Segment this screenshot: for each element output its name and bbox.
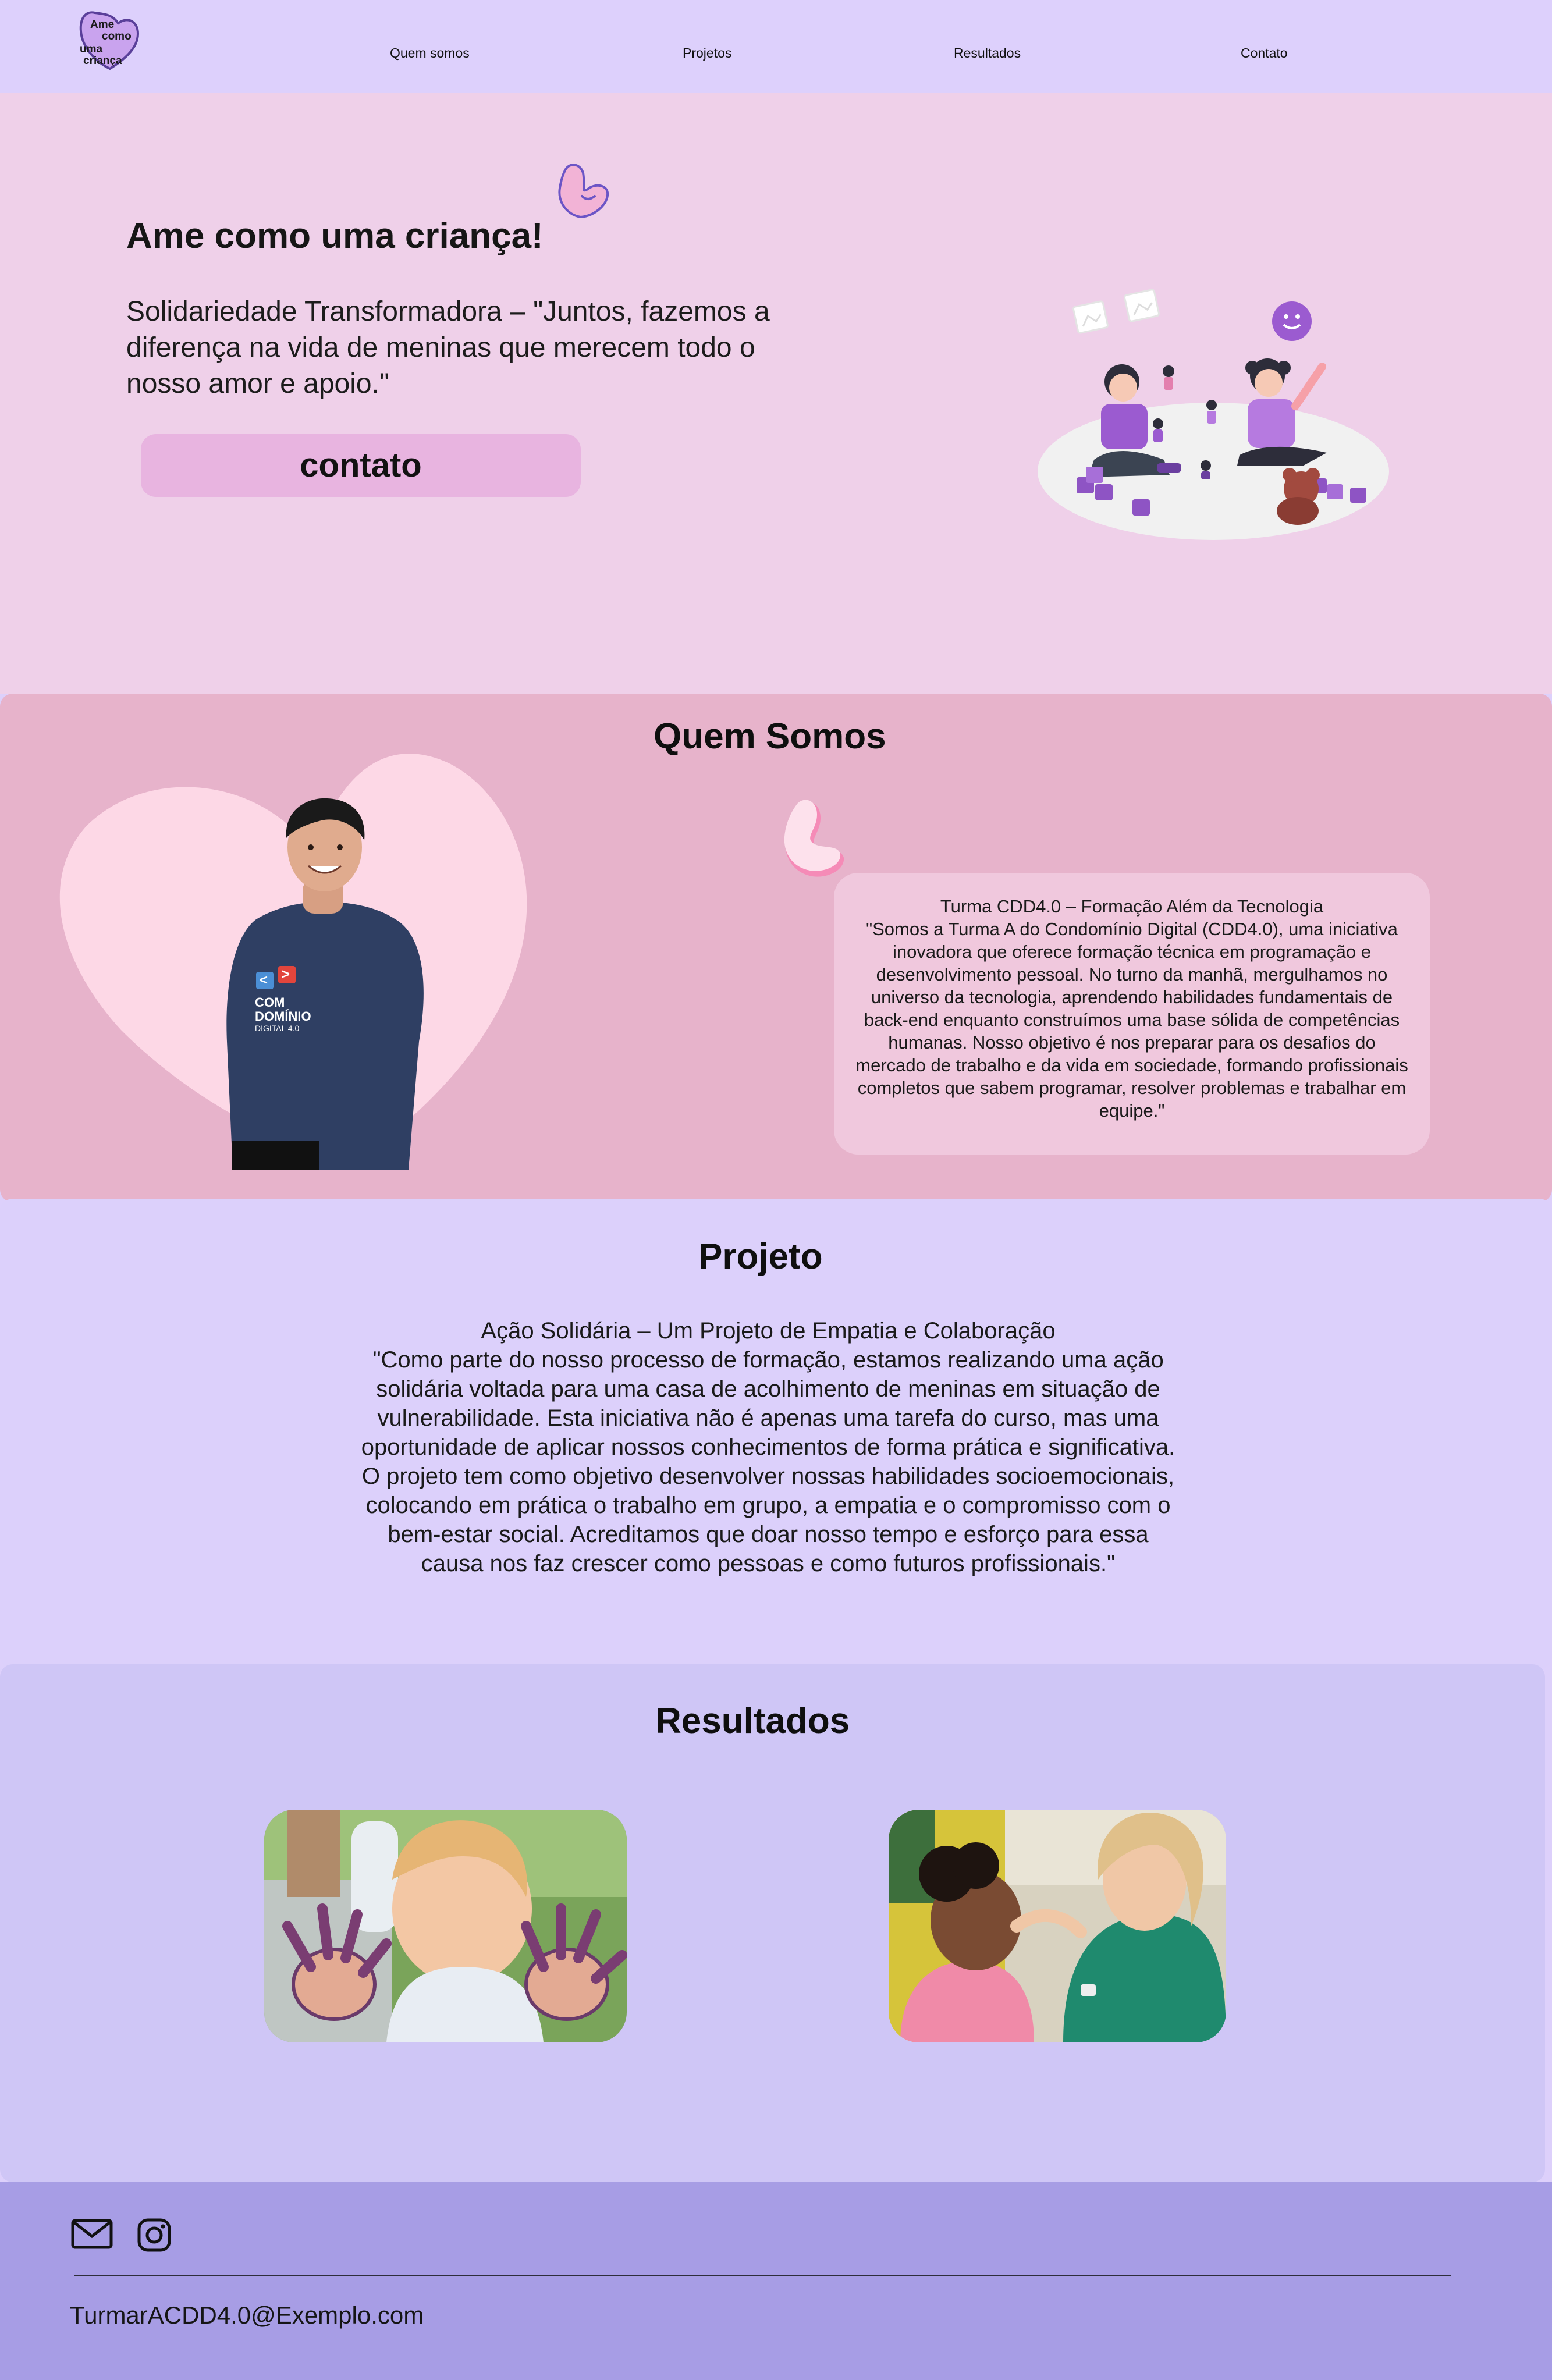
shirt-text-line: DIGITAL 4.0 xyxy=(255,1024,299,1033)
contact-button[interactable]: contato xyxy=(141,434,581,497)
heart-icon xyxy=(784,800,844,877)
site-header: Ame como uma criança Quem somos Projetos… xyxy=(0,0,1552,93)
results-title: Resultados xyxy=(655,1701,850,1741)
shirt-text-line: COM xyxy=(255,995,285,1010)
footer-divider xyxy=(74,2275,1451,2276)
instagram-icon[interactable] xyxy=(137,2218,171,2252)
svg-text:>: > xyxy=(282,967,290,982)
nav-resultados[interactable]: Resultados xyxy=(954,45,1021,61)
shirt-text-line: DOMÍNIO xyxy=(255,1009,311,1024)
project-text-block: Ação Solidária – Um Projeto de Empatia e… xyxy=(361,1316,1175,1578)
result-photo-face-painting xyxy=(889,1810,1226,2042)
nav-projetos[interactable]: Projetos xyxy=(683,45,731,61)
hero-text: Solidariedade Transformadora – "Juntos, … xyxy=(126,296,770,399)
svg-text:como: como xyxy=(102,30,132,42)
svg-text:uma: uma xyxy=(80,43,103,55)
logo[interactable]: Ame como uma criança xyxy=(77,8,143,72)
about-card-text: "Somos a Turma A do Condomínio Digital (… xyxy=(855,919,1408,1121)
picture-frame-icon xyxy=(1124,289,1160,322)
svg-text:criança: criança xyxy=(83,55,122,67)
project-text: "Como parte do nosso processo de formaçã… xyxy=(361,1347,1175,1576)
svg-text:<: < xyxy=(260,972,268,988)
emoji-bubble-icon xyxy=(1272,301,1312,341)
result-photo-painted-hands xyxy=(264,1810,627,2042)
mail-icon[interactable] xyxy=(71,2219,113,2249)
site-footer xyxy=(0,2182,1552,2380)
about-title: Quem Somos xyxy=(654,716,886,756)
svg-text:Ame: Ame xyxy=(90,19,114,31)
children-playing-illustration xyxy=(1038,289,1389,540)
project-title: Projeto xyxy=(698,1237,823,1277)
hero-title: Ame como uma criança! xyxy=(126,216,544,256)
student-photo: < > COM DOMÍNIO DIGITAL 4.0 xyxy=(226,798,424,1170)
about-card-heading: Turma CDD4.0 – Formação Além da Tecnolog… xyxy=(940,896,1324,917)
project-heading: Ação Solidária – Um Projeto de Empatia e… xyxy=(481,1318,1056,1344)
nav-quem-somos[interactable]: Quem somos xyxy=(390,45,470,61)
nav-contato[interactable]: Contato xyxy=(1241,45,1288,61)
heart-icon xyxy=(558,164,609,219)
results-section xyxy=(0,1664,1545,2182)
about-card: Turma CDD4.0 – Formação Além da Tecnolog… xyxy=(834,873,1430,1155)
picture-frame-icon xyxy=(1072,300,1109,334)
footer-email[interactable]: TurmarACDD4.0@Exemplo.com xyxy=(70,2301,424,2329)
